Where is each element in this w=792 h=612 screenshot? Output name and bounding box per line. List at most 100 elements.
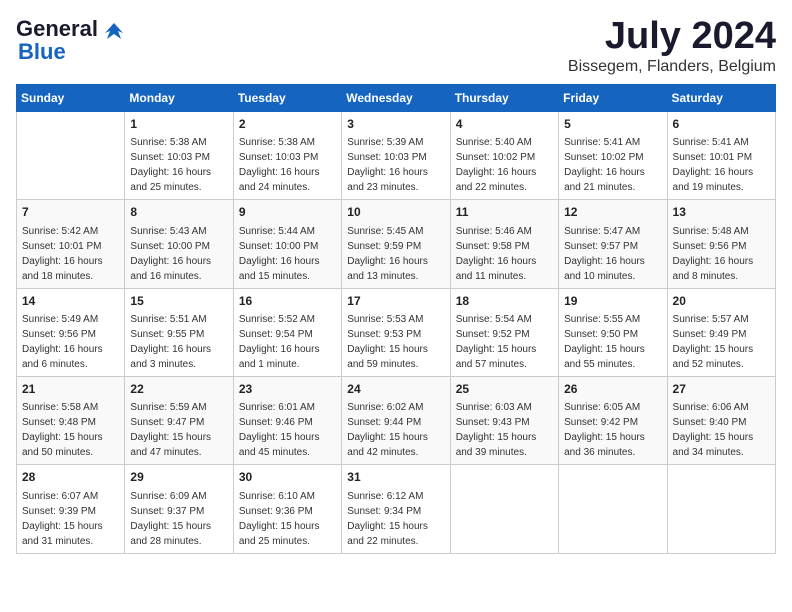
calendar-cell: 27 Sunrise: 6:06 AMSunset: 9:40 PMDayligh… [667, 376, 775, 464]
calendar-cell: 26Sunrise: 6:05 AMSunset: 9:42 PMDayligh… [559, 376, 667, 464]
day-info: Sunrise: 6:07 AMSunset: 9:39 PMDaylight:… [22, 489, 119, 549]
calendar-cell: 21Sunrise: 5:58 AMSunset: 9:48 PMDayligh… [17, 376, 125, 464]
col-header-tuesday: Tuesday [233, 84, 341, 111]
col-header-saturday: Saturday [667, 84, 775, 111]
day-info: Sunrise: 6:10 AMSunset: 9:36 PMDaylight:… [239, 489, 336, 549]
calendar-cell: 24Sunrise: 6:02 AMSunset: 9:44 PMDayligh… [342, 376, 450, 464]
day-number: 20 [673, 293, 770, 310]
day-number: 25 [456, 381, 553, 398]
day-number: 4 [456, 116, 553, 133]
calendar-cell: 10 Sunrise: 5:45 AMSunset: 9:59 PMDayligh… [342, 200, 450, 288]
calendar-week-5: 28 Sunrise: 6:07 AMSunset: 9:39 PMDayligh… [17, 465, 776, 553]
day-number: 27 [673, 381, 770, 398]
day-info: Sunrise: 5:59 AMSunset: 9:47 PMDaylight:… [130, 400, 227, 460]
calendar-cell [559, 465, 667, 553]
day-info: Sunrise: 6:05 AMSunset: 9:42 PMDaylight:… [564, 400, 661, 460]
day-number: 22 [130, 381, 227, 398]
location-subtitle: Bissegem, Flanders, Belgium [568, 58, 776, 76]
day-info: Sunrise: 5:41 AMSunset: 10:02 PMDaylight… [564, 135, 661, 195]
day-info: Sunrise: 5:44 AMSunset: 10:00 PMDaylight… [239, 224, 336, 284]
calendar-week-2: 7 Sunrise: 5:42 AMSunset: 10:01 PMDayligh… [17, 200, 776, 288]
day-info: Sunrise: 5:38 AMSunset: 10:03 PMDaylight… [239, 135, 336, 195]
calendar-cell: 8 Sunrise: 5:43 AMSunset: 10:00 PMDayligh… [125, 200, 233, 288]
calendar-cell: 17 Sunrise: 5:53 AMSunset: 9:53 PMDayligh… [342, 288, 450, 376]
day-number: 12 [564, 204, 661, 221]
calendar-cell: 18 Sunrise: 5:54 AMSunset: 9:52 PMDayligh… [450, 288, 558, 376]
day-number: 30 [239, 469, 336, 486]
day-number: 7 [22, 204, 119, 221]
calendar-cell: 9 Sunrise: 5:44 AMSunset: 10:00 PMDayligh… [233, 200, 341, 288]
calendar-cell: 31 Sunrise: 6:12 AMSunset: 9:34 PMDayligh… [342, 465, 450, 553]
calendar-week-3: 14Sunrise: 5:49 AMSunset: 9:56 PMDayligh… [17, 288, 776, 376]
logo: General Blue [16, 16, 125, 65]
calendar-body: 1 Sunrise: 5:38 AMSunset: 10:03 PMDayligh… [17, 111, 776, 553]
day-info: Sunrise: 6:12 AMSunset: 9:34 PMDaylight:… [347, 489, 444, 549]
day-number: 8 [130, 204, 227, 221]
calendar-cell: 14Sunrise: 5:49 AMSunset: 9:56 PMDayligh… [17, 288, 125, 376]
day-info: Sunrise: 5:49 AMSunset: 9:56 PMDaylight:… [22, 312, 119, 372]
calendar-cell [17, 111, 125, 199]
calendar-cell [667, 465, 775, 553]
day-info: Sunrise: 5:55 AMSunset: 9:50 PMDaylight:… [564, 312, 661, 372]
calendar-cell: 28 Sunrise: 6:07 AMSunset: 9:39 PMDayligh… [17, 465, 125, 553]
day-info: Sunrise: 5:54 AMSunset: 9:52 PMDaylight:… [456, 312, 553, 372]
day-info: Sunrise: 5:47 AMSunset: 9:57 PMDaylight:… [564, 224, 661, 284]
day-info: Sunrise: 5:42 AMSunset: 10:01 PMDaylight… [22, 224, 119, 284]
day-number: 2 [239, 116, 336, 133]
day-info: Sunrise: 5:46 AMSunset: 9:58 PMDaylight:… [456, 224, 553, 284]
day-info: Sunrise: 5:53 AMSunset: 9:53 PMDaylight:… [347, 312, 444, 372]
day-info: Sunrise: 5:45 AMSunset: 9:59 PMDaylight:… [347, 224, 444, 284]
calendar-cell: 2 Sunrise: 5:38 AMSunset: 10:03 PMDayligh… [233, 111, 341, 199]
calendar-table: SundayMondayTuesdayWednesdayThursdayFrid… [16, 84, 776, 554]
calendar-header-row: SundayMondayTuesdayWednesdayThursdayFrid… [17, 84, 776, 111]
day-number: 13 [673, 204, 770, 221]
logo-bird-icon [103, 21, 125, 43]
day-number: 23 [239, 381, 336, 398]
calendar-cell: 23Sunrise: 6:01 AMSunset: 9:46 PMDayligh… [233, 376, 341, 464]
col-header-monday: Monday [125, 84, 233, 111]
calendar-cell: 29Sunrise: 6:09 AMSunset: 9:37 PMDayligh… [125, 465, 233, 553]
col-header-friday: Friday [559, 84, 667, 111]
calendar-cell: 4 Sunrise: 5:40 AMSunset: 10:02 PMDayligh… [450, 111, 558, 199]
day-info: Sunrise: 5:51 AMSunset: 9:55 PMDaylight:… [130, 312, 227, 372]
day-number: 5 [564, 116, 661, 133]
day-number: 19 [564, 293, 661, 310]
calendar-cell: 15 Sunrise: 5:51 AMSunset: 9:55 PMDayligh… [125, 288, 233, 376]
calendar-week-4: 21Sunrise: 5:58 AMSunset: 9:48 PMDayligh… [17, 376, 776, 464]
calendar-cell: 19 Sunrise: 5:55 AMSunset: 9:50 PMDayligh… [559, 288, 667, 376]
day-info: Sunrise: 5:40 AMSunset: 10:02 PMDaylight… [456, 135, 553, 195]
col-header-wednesday: Wednesday [342, 84, 450, 111]
calendar-cell: 30 Sunrise: 6:10 AMSunset: 9:36 PMDayligh… [233, 465, 341, 553]
day-number: 6 [673, 116, 770, 133]
day-info: Sunrise: 6:02 AMSunset: 9:44 PMDaylight:… [347, 400, 444, 460]
day-number: 1 [130, 116, 227, 133]
day-number: 16 [239, 293, 336, 310]
calendar-cell: 11 Sunrise: 5:46 AMSunset: 9:58 PMDayligh… [450, 200, 558, 288]
day-number: 21 [22, 381, 119, 398]
calendar-cell: 16Sunrise: 5:52 AMSunset: 9:54 PMDayligh… [233, 288, 341, 376]
day-number: 17 [347, 293, 444, 310]
calendar-cell: 20Sunrise: 5:57 AMSunset: 9:49 PMDayligh… [667, 288, 775, 376]
day-info: Sunrise: 5:43 AMSunset: 10:00 PMDaylight… [130, 224, 227, 284]
day-number: 9 [239, 204, 336, 221]
calendar-cell: 5 Sunrise: 5:41 AMSunset: 10:02 PMDayligh… [559, 111, 667, 199]
calendar-cell: 25Sunrise: 6:03 AMSunset: 9:43 PMDayligh… [450, 376, 558, 464]
col-header-thursday: Thursday [450, 84, 558, 111]
day-info: Sunrise: 5:38 AMSunset: 10:03 PMDaylight… [130, 135, 227, 195]
day-number: 11 [456, 204, 553, 221]
day-info: Sunrise: 6:09 AMSunset: 9:37 PMDaylight:… [130, 489, 227, 549]
day-info: Sunrise: 5:39 AMSunset: 10:03 PMDaylight… [347, 135, 444, 195]
col-header-sunday: Sunday [17, 84, 125, 111]
day-number: 18 [456, 293, 553, 310]
day-info: Sunrise: 5:41 AMSunset: 10:01 PMDaylight… [673, 135, 770, 195]
day-number: 15 [130, 293, 227, 310]
calendar-week-1: 1 Sunrise: 5:38 AMSunset: 10:03 PMDayligh… [17, 111, 776, 199]
calendar-cell: 13Sunrise: 5:48 AMSunset: 9:56 PMDayligh… [667, 200, 775, 288]
calendar-cell: 7 Sunrise: 5:42 AMSunset: 10:01 PMDayligh… [17, 200, 125, 288]
day-number: 28 [22, 469, 119, 486]
day-number: 31 [347, 469, 444, 486]
day-info: Sunrise: 6:06 AMSunset: 9:40 PMDaylight:… [673, 400, 770, 460]
calendar-cell: 3Sunrise: 5:39 AMSunset: 10:03 PMDayligh… [342, 111, 450, 199]
day-number: 10 [347, 204, 444, 221]
month-year-title: July 2024 [568, 16, 776, 58]
